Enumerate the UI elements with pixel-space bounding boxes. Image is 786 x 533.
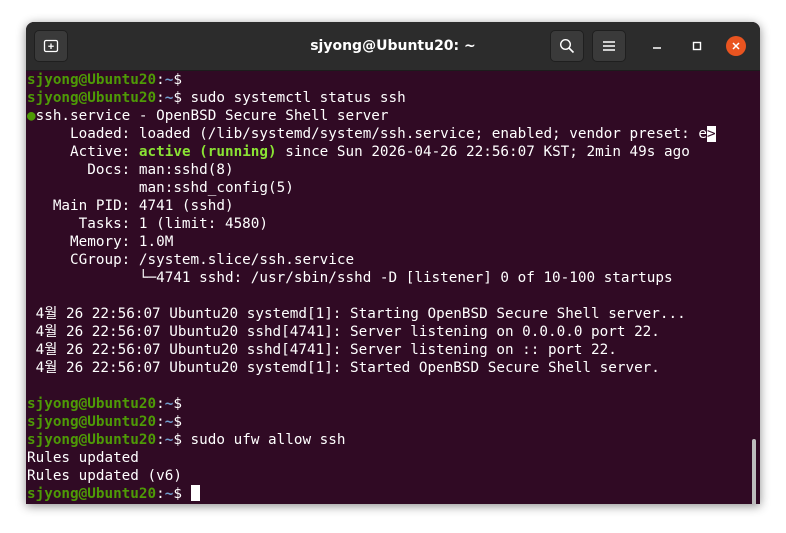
terminal-line: sjyong@Ubuntu20:~$: [27, 72, 182, 88]
terminal-line: man:sshd_config(5): [27, 180, 294, 196]
text-cursor: [190, 485, 200, 501]
terminal-line: Rules updated (v6): [27, 468, 182, 484]
menu-button[interactable]: [592, 30, 626, 62]
prompt-user-host: sjyong@Ubuntu20: [27, 486, 157, 502]
minimize-icon: [653, 47, 661, 49]
terminal-line: Docs: man:sshd(8): [27, 162, 234, 178]
prompt-user-host: sjyong@Ubuntu20: [27, 72, 157, 88]
overflow-indicator: >: [707, 126, 716, 142]
prompt-user-host: sjyong@Ubuntu20: [27, 432, 157, 448]
terminal-line: sjyong@Ubuntu20:~$: [27, 414, 182, 430]
minimize-button[interactable]: [647, 36, 667, 56]
log-line: 4월 26 22:56:07 Ubuntu20 sshd[4741]: Serv…: [27, 324, 660, 340]
log-line: 4월 26 22:56:07 Ubuntu20 sshd[4741]: Serv…: [27, 342, 617, 358]
service-status-dot: ●: [27, 108, 36, 124]
maximize-icon: [692, 41, 702, 51]
terminal-line: └─4741 sshd: /usr/sbin/sshd -D [listener…: [27, 270, 673, 286]
maximize-button[interactable]: [687, 36, 707, 56]
terminal-line: ●ssh.service - OpenBSD Secure Shell serv…: [27, 108, 389, 124]
search-button[interactable]: [550, 30, 584, 62]
scrollbar[interactable]: [752, 439, 756, 504]
terminal-line: sjyong@Ubuntu20:~$: [27, 485, 760, 503]
terminal-line: sjyong@Ubuntu20:~$: [27, 396, 182, 412]
hamburger-menu-icon: [603, 41, 615, 51]
log-line: 4월 26 22:56:07 Ubuntu20 systemd[1]: Star…: [27, 360, 660, 376]
close-icon: [732, 42, 740, 50]
search-icon: [559, 38, 575, 54]
terminal-line: sjyong@Ubuntu20:~$ sudo ufw allow ssh: [27, 432, 346, 448]
terminal-window: sjyong@Ubuntu20: ~ sjyong@Ubuntu20:~$ sj…: [26, 22, 760, 504]
terminal-output[interactable]: sjyong@Ubuntu20:~$ sjyong@Ubuntu20:~$ su…: [26, 71, 760, 504]
prompt-user-host: sjyong@Ubuntu20: [27, 414, 157, 430]
command: sudo systemctl status ssh: [181, 90, 406, 106]
terminal-line: Active: active (running) since Sun 2026-…: [27, 144, 690, 160]
terminal-line: Main PID: 4741 (sshd): [27, 198, 234, 214]
terminal-line: sjyong@Ubuntu20:~$ sudo systemctl status…: [27, 90, 406, 106]
new-tab-button[interactable]: [34, 30, 68, 62]
new-tab-icon: [43, 39, 59, 53]
terminal-line: Loaded: loaded (/lib/systemd/system/ssh.…: [27, 126, 716, 142]
prompt-user-host: sjyong@Ubuntu20: [27, 90, 157, 106]
command: [182, 486, 191, 502]
active-status: active (running): [138, 144, 277, 160]
terminal-line: Memory: 1.0M: [27, 234, 174, 250]
terminal-line: CGroup: /system.slice/ssh.service: [27, 252, 355, 268]
log-line: 4월 26 22:56:07 Ubuntu20 systemd[1]: Star…: [27, 306, 686, 322]
close-button[interactable]: [726, 36, 746, 56]
terminal-line: Rules updated: [27, 450, 139, 466]
title-bar[interactable]: sjyong@Ubuntu20: ~: [26, 22, 760, 71]
terminal-line: Tasks: 1 (limit: 4580): [27, 216, 269, 232]
command: sudo ufw allow ssh: [181, 432, 346, 448]
prompt-user-host: sjyong@Ubuntu20: [27, 396, 157, 412]
